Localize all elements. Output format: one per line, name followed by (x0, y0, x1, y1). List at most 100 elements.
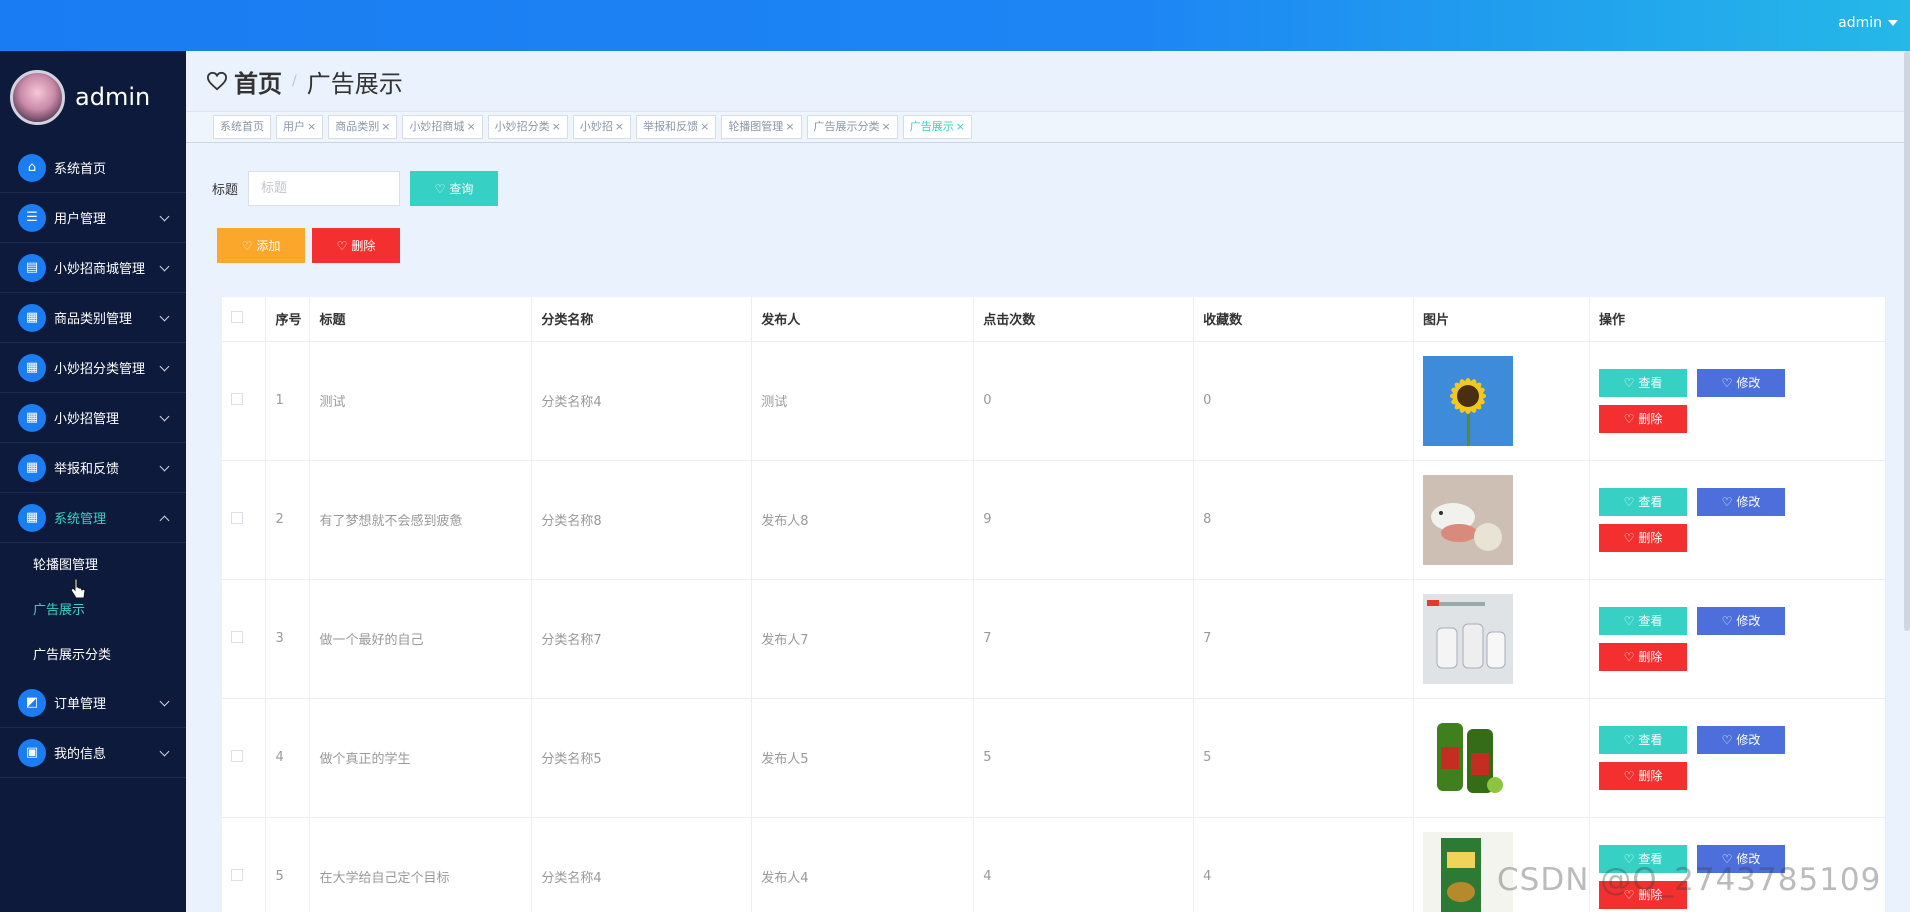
view-button[interactable]: ♡ 查看 (1598, 487, 1687, 516)
thumbnail-image[interactable] (1423, 593, 1513, 684)
heart-icon: ♡ (1721, 375, 1733, 390)
cell-clicks: 0 (973, 341, 1195, 461)
edit-button[interactable]: ♡ 修改 (1696, 725, 1785, 754)
view-button[interactable]: ♡ 查看 (1598, 606, 1687, 635)
cell-title: 测试 (309, 341, 533, 461)
row-checkbox[interactable] (231, 511, 243, 524)
tab-tag-label: 小妙招 (579, 120, 613, 133)
cell-clicks: 4 (973, 817, 1195, 912)
delete-button[interactable]: ♡ 删除 (1598, 404, 1687, 433)
tab-tag[interactable]: 广告展示分类 × (806, 115, 898, 139)
column-header: 分类名称 (531, 297, 753, 342)
cell-no: 4 (265, 698, 311, 818)
sidebar-item[interactable]: ☰ 用户管理 (0, 193, 186, 243)
cell-no: 1 (265, 341, 311, 461)
action-bar: ♡ 添加 ♡ 删除 (217, 228, 400, 263)
tab-tag[interactable]: 广告展示 × (902, 115, 972, 139)
grid-icon: ▦ (18, 303, 46, 332)
row-checkbox[interactable] (231, 749, 243, 762)
close-icon[interactable]: × (615, 120, 624, 133)
delete-button[interactable]: ♡ 删除 (1598, 642, 1687, 671)
tab-tag[interactable]: 小妙招分类 × (487, 115, 568, 139)
chevron-down-icon (159, 461, 170, 472)
add-button[interactable]: ♡ 添加 (217, 228, 305, 263)
card-icon: ▣ (18, 738, 46, 767)
sidebar-item[interactable]: ▤ 小妙招商城管理 (0, 243, 186, 293)
close-icon[interactable]: × (466, 120, 475, 133)
chevron-down-icon (159, 311, 170, 322)
sidebar-item[interactable]: ▦ 举报和反馈 (0, 443, 186, 493)
grid-icon: ▦ (18, 353, 46, 382)
submenu-item[interactable]: 广告展示 (0, 588, 186, 633)
chevron-down-icon (159, 746, 170, 757)
view-button[interactable]: ♡ 查看 (1598, 725, 1687, 754)
edit-button[interactable]: ♡ 修改 (1696, 368, 1785, 397)
table-row: 4 做个真正的学生 分类名称5 发布人5 5 5 ♡ 查看 ♡ 修改 ♡ 删除 (222, 698, 1886, 818)
profile-name: admin (75, 83, 151, 111)
thumbnail-image[interactable] (1423, 474, 1513, 565)
sidebar-item[interactable]: ◩ 订单管理 (0, 678, 186, 728)
sidebar-item-label: 小妙招管理 (54, 412, 120, 427)
row-checkbox[interactable] (231, 392, 243, 405)
cell-ops: ♡ 查看 ♡ 修改 ♡ 删除 (1589, 341, 1886, 461)
tab-tag[interactable]: 小妙招 × (572, 115, 632, 139)
cell-title: 做个真正的学生 (309, 698, 533, 818)
tab-tag[interactable]: 商品类别 × (328, 115, 398, 139)
cell-favorites: 0 (1193, 341, 1414, 461)
submenu-item[interactable]: 广告展示分类 (0, 633, 186, 678)
sidebar-item[interactable]: ▦ 小妙招管理 (0, 393, 186, 443)
cell-publisher: 发布人7 (751, 579, 975, 699)
tab-tag[interactable]: 举报和反馈 × (636, 115, 717, 139)
heart-icon: ♡ (1721, 613, 1733, 628)
row-checkbox[interactable] (231, 868, 243, 881)
cell-category: 分类名称4 (531, 341, 753, 461)
sidebar-item[interactable]: ▦ 商品类别管理 (0, 293, 186, 343)
sidebar-item[interactable]: ⌂ 系统首页 (0, 143, 186, 193)
row-checkbox[interactable] (231, 630, 243, 643)
cell-ops: ♡ 查看 ♡ 修改 ♡ 删除 (1589, 579, 1886, 699)
select-all-checkbox[interactable] (231, 310, 243, 323)
close-icon[interactable]: × (882, 120, 891, 133)
search-label: 标题 (212, 183, 239, 198)
tab-tag[interactable]: 用户 × (276, 115, 324, 139)
tab-tag-label: 小妙招商城 (409, 120, 465, 133)
close-icon[interactable]: × (381, 120, 390, 133)
scrollbar[interactable] (1904, 51, 1910, 631)
sidebar-item[interactable]: ▦ 系统管理 (0, 493, 186, 543)
tab-tag-label: 举报和反馈 (643, 120, 699, 133)
sidebar-item-label: 系统首页 (54, 162, 107, 177)
delete-button[interactable]: ♡ 删除 (1598, 523, 1687, 552)
search-input[interactable] (248, 171, 401, 206)
close-icon[interactable]: × (307, 120, 316, 133)
tab-tag[interactable]: 小妙招商城 × (402, 115, 483, 139)
chevron-down-icon (159, 211, 170, 222)
submenu-item[interactable]: 轮播图管理 (0, 543, 186, 588)
delete-button[interactable]: ♡ 删除 (1598, 761, 1687, 790)
heart-icon: ♡ (241, 238, 253, 253)
close-icon[interactable]: × (785, 120, 794, 133)
sidebar-item[interactable]: ▦ 小妙招分类管理 (0, 343, 186, 393)
batch-delete-button[interactable]: ♡ 删除 (312, 228, 400, 263)
tab-tag[interactable]: 轮播图管理 × (721, 115, 802, 139)
edit-button[interactable]: ♡ 修改 (1696, 606, 1785, 635)
thumbnail-image[interactable] (1423, 355, 1513, 446)
sidebar-item[interactable]: ▣ 我的信息 (0, 728, 186, 778)
close-icon[interactable]: × (956, 120, 965, 133)
close-icon[interactable]: × (700, 120, 709, 133)
sidebar-item-label: 小妙招分类管理 (54, 362, 146, 377)
grid-icon: ▦ (18, 503, 46, 532)
user-menu[interactable]: admin (1838, 15, 1898, 31)
tab-tag[interactable]: 系统首页 (213, 115, 271, 139)
close-icon[interactable]: × (552, 120, 561, 133)
view-button[interactable]: ♡ 查看 (1598, 368, 1687, 397)
cell-image (1413, 579, 1590, 699)
heart-icon: ♡ (1623, 375, 1635, 390)
table-row: 2 有了梦想就不会感到疲惫 分类名称8 发布人8 9 8 ♡ 查看 ♡ 修改 ♡ 删除 (222, 460, 1886, 580)
heart-icon: ♡ (336, 238, 348, 253)
tab-tag-label: 广告展示分类 (813, 120, 880, 133)
thumbnail-image[interactable] (1423, 712, 1513, 803)
breadcrumb-home[interactable]: 首页 (206, 64, 282, 99)
query-button[interactable]: ♡ 查询 (410, 171, 499, 206)
edit-button[interactable]: ♡ 修改 (1696, 487, 1785, 516)
sidebar-item-label: 商品类别管理 (54, 312, 133, 327)
